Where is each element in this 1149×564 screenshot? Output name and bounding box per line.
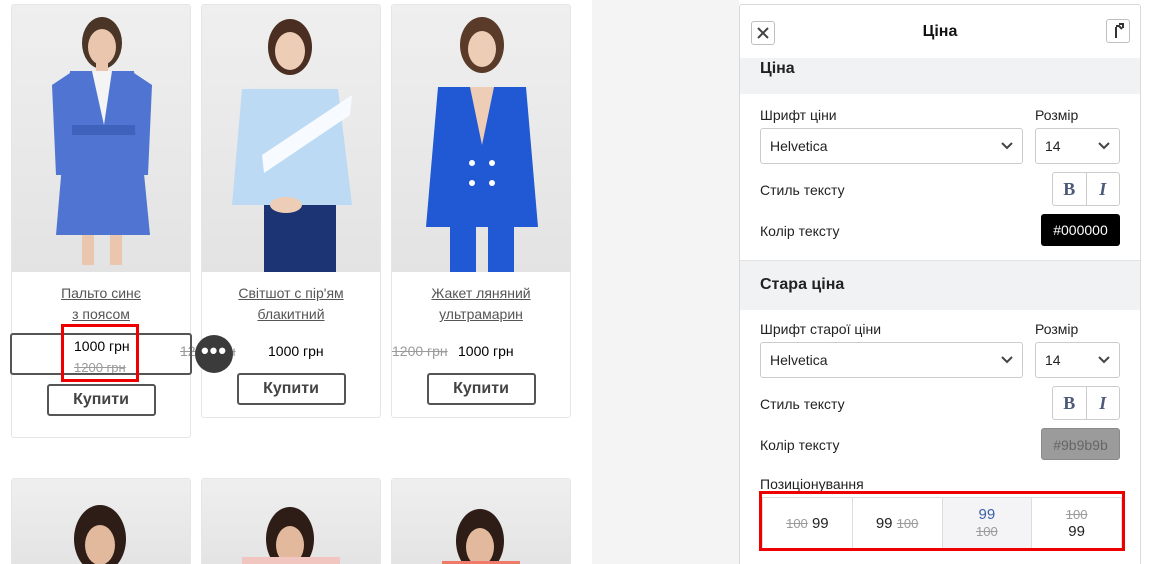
product-image[interactable]: [202, 479, 380, 564]
product-name-link[interactable]: Жакет ляняний ультрамарин: [392, 283, 570, 325]
size-select-value: 14: [1045, 138, 1061, 154]
text-style-label: Стиль тексту: [760, 182, 845, 198]
old-text-color-swatch[interactable]: #9b9b9b: [1041, 428, 1120, 460]
product-name-line1: Жакет ляняний: [431, 285, 531, 301]
text-color-swatch[interactable]: #000000: [1041, 214, 1120, 246]
product-image[interactable]: [202, 5, 380, 272]
panel-header: Ціна: [740, 5, 1140, 59]
price-highlight-box: [61, 324, 139, 382]
size-label: Розмір: [1035, 107, 1079, 123]
chevron-down-icon: [1098, 356, 1110, 364]
bold-button[interactable]: B: [1053, 173, 1086, 205]
product-card: [11, 478, 191, 564]
old-price: 1200 грн: [392, 343, 448, 359]
product-name-line1: Світшот с пір'ям: [238, 285, 344, 301]
pin-icon: [1115, 23, 1124, 38]
italic-button[interactable]: I: [1085, 387, 1120, 419]
bold-button[interactable]: B: [1053, 387, 1086, 419]
section-title: Стара ціна: [760, 276, 845, 293]
product-name-line1: Пальто синє: [61, 285, 141, 301]
product-image[interactable]: [12, 479, 190, 564]
italic-button[interactable]: I: [1085, 173, 1120, 205]
chevron-down-icon: [1098, 142, 1110, 150]
section-header-old-price: Стара ціна: [740, 260, 1140, 310]
section-title: Ціна: [760, 60, 795, 77]
old-font-select[interactable]: Helvetica: [760, 342, 1023, 378]
chevron-down-icon: [1001, 142, 1013, 150]
product-name-line2: з поясом: [72, 306, 130, 322]
section-header-price: Ціна: [740, 58, 1140, 94]
buy-button[interactable]: Купити: [236, 373, 346, 405]
price-settings-panel: Ціна Ціна Шрифт ціни Розмір Helvetica 14…: [739, 4, 1141, 564]
product-image[interactable]: [12, 5, 190, 272]
positioning-highlight-box: [759, 491, 1125, 551]
font-label: Шрифт ціни: [760, 107, 837, 123]
product-card: Жакет ляняний ультрамарин 1200 грн 1000 …: [391, 4, 571, 418]
buy-button[interactable]: Купити: [426, 373, 536, 405]
old-font-label: Шрифт старої ціни: [760, 321, 882, 337]
canvas-gutter: [592, 0, 739, 564]
text-color-label: Колір тексту: [760, 223, 840, 239]
price-block: 1200 грн 1000 грн: [392, 335, 570, 373]
positioning-label: Позиціонування: [760, 476, 864, 492]
font-select[interactable]: Helvetica: [760, 128, 1023, 164]
text-style-group: B I: [1052, 172, 1120, 206]
price: 1000 грн: [458, 343, 514, 359]
size-select[interactable]: 14: [1035, 128, 1120, 164]
more-options-button[interactable]: •••: [195, 335, 233, 373]
product-grid: Пальто синє з поясом 1000 грн 1200 грн К…: [0, 0, 592, 564]
old-text-style-label: Стиль тексту: [760, 396, 845, 412]
page-root: Пальто синє з поясом 1000 грн 1200 грн К…: [0, 0, 1149, 564]
old-text-color-label: Колір тексту: [760, 437, 840, 453]
old-size-select[interactable]: 14: [1035, 342, 1120, 378]
product-image[interactable]: [392, 479, 570, 564]
product-name-link[interactable]: Пальто синє з поясом: [12, 283, 190, 325]
buy-button[interactable]: Купити: [46, 384, 156, 416]
old-size-label: Розмір: [1035, 321, 1079, 337]
old-font-select-value: Helvetica: [770, 352, 828, 368]
old-size-select-value: 14: [1045, 352, 1061, 368]
font-select-value: Helvetica: [770, 138, 828, 154]
price-settings: Шрифт ціни Розмір Helvetica 14 Стиль тек…: [740, 94, 1140, 260]
price: 1000 грн: [268, 343, 324, 359]
old-text-style-group: B I: [1052, 386, 1120, 420]
product-name-line2: блакитний: [257, 306, 325, 322]
product-image[interactable]: [392, 5, 570, 272]
product-card: [391, 478, 571, 564]
pin-button[interactable]: [1106, 19, 1130, 43]
chevron-down-icon: [1001, 356, 1013, 364]
panel-title: Ціна: [922, 23, 958, 40]
product-card: [201, 478, 381, 564]
product-name-line2: ультрамарин: [439, 306, 523, 322]
product-name-link[interactable]: Світшот с пір'ям блакитний: [202, 283, 380, 325]
